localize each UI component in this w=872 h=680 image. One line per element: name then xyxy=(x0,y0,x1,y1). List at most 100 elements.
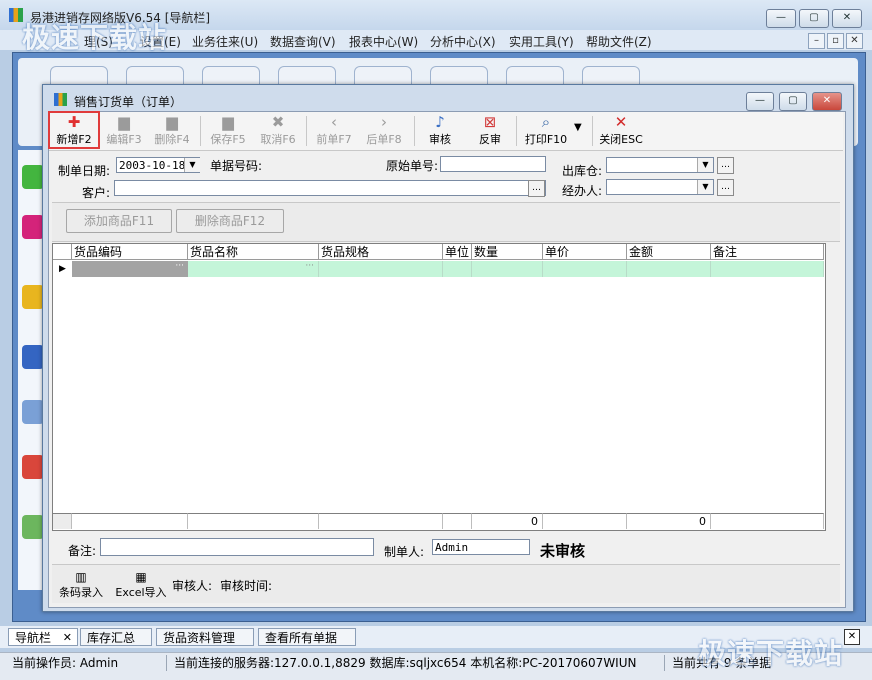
tab-all-documents[interactable]: 查看所有单据 xyxy=(258,628,356,646)
prev-button[interactable]: ‹ 前单F7 xyxy=(312,113,356,149)
barcode-label: 条码录入 xyxy=(59,586,103,599)
add-goods-button[interactable]: 添加商品F11 xyxy=(66,209,172,233)
customer-browse-button[interactable]: … xyxy=(528,180,545,197)
cell-quantity[interactable] xyxy=(472,261,543,277)
print-label: 打印F10 xyxy=(524,133,568,146)
nav-side-icon[interactable] xyxy=(22,165,44,189)
cell-goods-code[interactable]: ··· xyxy=(72,261,188,277)
date-dropdown-icon[interactable]: ▼ xyxy=(184,158,200,172)
tab-goods-management[interactable]: 货品资料管理 xyxy=(156,628,254,646)
menu-query[interactable]: 数据查询(V) xyxy=(270,33,336,50)
chevron-left-icon: ‹ xyxy=(331,113,337,131)
header-amount[interactable]: 金额 xyxy=(627,244,711,260)
delete-goods-button[interactable]: 删除商品F12 xyxy=(176,209,284,233)
audit-button[interactable]: ♪ 审核 xyxy=(422,113,458,149)
edit-button[interactable]: ▆ 编辑F3 xyxy=(102,113,146,149)
cell-price[interactable] xyxy=(543,261,627,277)
header-goods-spec[interactable]: 货品规格 xyxy=(319,244,443,260)
menu-business[interactable]: 业务往来(U) xyxy=(192,33,258,50)
nav-side-icon[interactable] xyxy=(22,455,44,479)
prev-label: 前单F7 xyxy=(316,133,352,146)
handler-dropdown-icon[interactable]: ▼ xyxy=(697,180,713,194)
excel-label: Excel导入 xyxy=(115,586,167,599)
close-dialog-button[interactable]: ✕ 关闭ESC xyxy=(598,113,644,149)
footer-corner xyxy=(53,513,72,529)
close-button[interactable]: ✕ xyxy=(832,9,862,28)
docno-label: 单据号码: xyxy=(210,159,263,173)
print-dropdown-icon[interactable]: ▼ xyxy=(574,122,582,133)
origno-label: 原始单号: xyxy=(386,159,439,173)
dialog-minimize-button[interactable]: — xyxy=(746,92,774,111)
dialog-close-button[interactable]: ✕ xyxy=(812,92,842,111)
toolbar-separator xyxy=(306,116,307,146)
barcode-button[interactable]: ▥ 条码录入 xyxy=(56,570,106,600)
nav-side-icon[interactable] xyxy=(22,400,44,424)
watermark-top: 极速下载站 xyxy=(22,21,168,54)
delete-icon: ▆ xyxy=(166,113,178,131)
cell-goods-name[interactable]: ··· xyxy=(188,261,319,277)
cell-unit[interactable] xyxy=(443,261,472,277)
warehouse-dropdown-icon[interactable]: ▼ xyxy=(697,158,713,172)
tab-close-icon[interactable]: ✕ xyxy=(63,629,72,647)
mdi-restore-button[interactable]: ▫ xyxy=(827,33,844,49)
menu-analysis[interactable]: 分析中心(X) xyxy=(430,33,496,50)
footer-amount-total: 0 xyxy=(627,513,711,529)
menu-help[interactable]: 帮助文件(Z) xyxy=(586,33,652,50)
minimize-button[interactable]: — xyxy=(766,9,796,28)
origno-field[interactable] xyxy=(440,156,546,172)
menu-reports[interactable]: 报表中心(W) xyxy=(349,33,418,50)
header-remark[interactable]: 备注 xyxy=(711,244,824,260)
nav-side-icon[interactable] xyxy=(22,515,44,539)
cancel-button[interactable]: ✖ 取消F6 xyxy=(256,113,300,149)
nav-side-icon[interactable] xyxy=(22,345,44,369)
nav-side-icon[interactable] xyxy=(22,215,44,239)
maximize-button[interactable]: ▢ xyxy=(799,9,829,28)
menu-tools[interactable]: 实用工具(Y) xyxy=(509,33,574,50)
edit-label: 编辑F3 xyxy=(106,133,142,146)
tabs-close-icon[interactable]: ✕ xyxy=(844,629,860,645)
warehouse-label: 出库仓: xyxy=(562,164,603,178)
barcode-icon: ▥ xyxy=(75,570,87,584)
footer-quantity-total: 0 xyxy=(472,513,543,529)
toolbar-separator xyxy=(516,116,517,146)
close-label: 关闭ESC xyxy=(599,133,643,146)
mdi-minimize-button[interactable]: – xyxy=(808,33,825,49)
mdi-close-button[interactable]: ✕ xyxy=(846,33,863,49)
next-button[interactable]: › 后单F8 xyxy=(362,113,406,149)
save-button[interactable]: ▆ 保存F5 xyxy=(206,113,250,149)
handler-label: 经办人: xyxy=(562,184,603,198)
cell-amount[interactable] xyxy=(627,261,711,277)
nav-side-icon[interactable] xyxy=(22,285,44,309)
watermark-bottom: 极速下载站 xyxy=(698,637,844,670)
maker-label: 制单人: xyxy=(384,545,425,559)
customer-field[interactable] xyxy=(114,180,546,196)
print-button[interactable]: ⌕ 打印F10 xyxy=(522,113,570,149)
excel-import-button[interactable]: ▦ Excel导入 xyxy=(112,570,170,600)
delete-button[interactable]: ▆ 删除F4 xyxy=(150,113,194,149)
header-quantity[interactable]: 数量 xyxy=(472,244,543,260)
header-price[interactable]: 单价 xyxy=(543,244,627,260)
maker-field: Admin xyxy=(432,539,530,555)
footer-cell xyxy=(543,513,627,529)
cell-browse-icon[interactable]: ··· xyxy=(305,261,314,271)
cell-goods-spec[interactable] xyxy=(319,261,443,277)
app-logo-icon xyxy=(9,8,23,22)
unaudit-label: 反审 xyxy=(479,133,501,146)
cell-browse-icon[interactable]: ··· xyxy=(175,261,184,271)
tab-navigation[interactable]: 导航栏 ✕ xyxy=(8,628,78,646)
unaudit-button[interactable]: ⊠ 反审 xyxy=(472,113,508,149)
header-goods-code[interactable]: 货品编码 xyxy=(72,244,188,260)
dialog-maximize-button[interactable]: ▢ xyxy=(779,92,807,111)
new-button[interactable]: ✚ 新增F2 xyxy=(48,111,100,149)
warehouse-browse-button[interactable]: … xyxy=(717,157,734,174)
save-label: 保存F5 xyxy=(210,133,246,146)
header-unit[interactable]: 单位 xyxy=(443,244,472,260)
header-goods-name[interactable]: 货品名称 xyxy=(188,244,319,260)
handler-browse-button[interactable]: … xyxy=(717,179,734,196)
tab-inventory-summary[interactable]: 库存汇总 xyxy=(80,628,152,646)
cell-remark[interactable] xyxy=(711,261,824,277)
footer-cell xyxy=(188,513,319,529)
dialog-title: 销售订货单（订单） xyxy=(74,95,183,109)
remark-field[interactable] xyxy=(100,538,374,556)
status-operator: 当前操作员: Admin xyxy=(8,655,167,671)
